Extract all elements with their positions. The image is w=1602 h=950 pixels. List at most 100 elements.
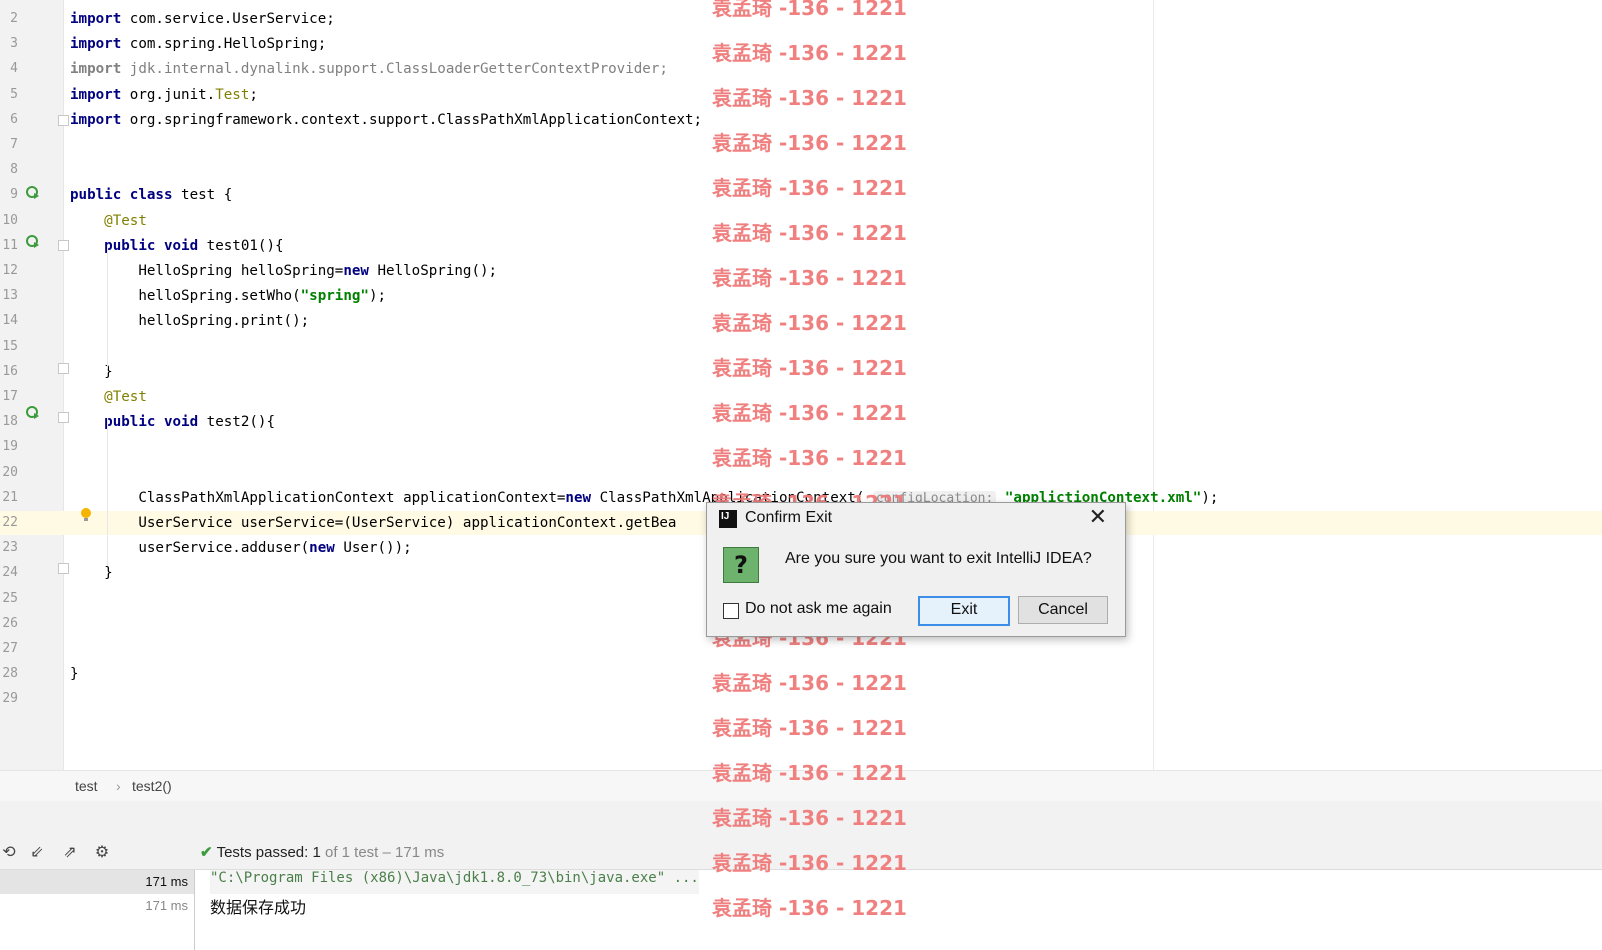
question-icon: ?: [723, 547, 759, 583]
line-number: 7: [10, 137, 18, 152]
code-line[interactable]: 28}: [0, 662, 1602, 686]
tree-row[interactable]: 171 ms: [0, 894, 194, 918]
fold-marker-icon[interactable]: [58, 563, 69, 574]
do-not-ask-label[interactable]: Do not ask me again: [745, 600, 892, 618]
code-text: import jdk.internal.dynalink.support.Cla…: [70, 61, 668, 78]
line-number: 8: [10, 162, 18, 178]
line-number: 13: [2, 288, 18, 304]
code-line[interactable]: 2 import com.service.UserService;: [0, 7, 1602, 31]
code-line[interactable]: 15: [0, 335, 1602, 359]
do-not-ask-checkbox[interactable]: [723, 603, 739, 619]
line-number: 25: [2, 590, 18, 606]
line-number: 6: [10, 111, 18, 127]
cancel-button[interactable]: Cancel: [1018, 596, 1108, 624]
dialog-title: Confirm Exit: [745, 509, 833, 526]
code-text: helloSpring.print();: [70, 313, 310, 330]
panel-divider: [0, 801, 1602, 835]
test-tree: 171 ms 171 ms: [0, 870, 195, 950]
console-output[interactable]: "C:\Program Files (x86)\Java\jdk1.8.0_73…: [210, 870, 1590, 950]
code-text: @Test: [104, 389, 147, 405]
confirm-exit-dialog: Confirm Exit ✕ ? Are you sure you want t…: [706, 502, 1126, 637]
line-number: 22: [2, 515, 18, 530]
code-text: import com.spring.HelloSpring;: [70, 36, 327, 53]
history-icon[interactable]: ⟲: [0, 843, 18, 861]
fold-marker-icon[interactable]: [58, 240, 69, 251]
line-number: 11: [2, 237, 18, 253]
code-text: public class test {: [70, 187, 233, 204]
code-line[interactable]: 7: [0, 133, 1602, 157]
code-line[interactable]: 3 import com.spring.HelloSpring;: [0, 32, 1602, 56]
run-class-icon[interactable]: [26, 186, 40, 200]
test-status: ✔ Tests passed: 1 of 1 test – 171 ms: [200, 844, 445, 861]
line-number: 5: [10, 86, 18, 102]
dialog-message: Are you sure you want to exit IntelliJ I…: [785, 550, 1092, 567]
line-number: 21: [2, 489, 18, 505]
code-text: import org.springframework.context.suppo…: [70, 111, 703, 128]
line-number: 19: [2, 439, 18, 455]
line-number: 18: [2, 414, 18, 430]
breadcrumb-class[interactable]: test: [75, 778, 98, 794]
code-line[interactable]: 11 public void test01(){: [0, 234, 1602, 258]
code-line[interactable]: 10 @Test: [0, 209, 1602, 233]
console-output-line: 数据保存成功: [210, 898, 307, 917]
code-text: public void test01(){: [104, 237, 284, 254]
code-line[interactable]: 16 }: [0, 360, 1602, 384]
fold-marker-icon[interactable]: [58, 115, 69, 126]
code-line[interactable]: 18 public void test2(){: [0, 410, 1602, 434]
line-number: 20: [2, 464, 18, 480]
code-line[interactable]: 19: [0, 435, 1602, 459]
code-line[interactable]: 14 helloSpring.print();: [0, 309, 1602, 333]
line-number: 3: [10, 36, 18, 52]
code-line[interactable]: 17 @Test: [0, 385, 1602, 409]
code-line[interactable]: 5 import org.junit.Test;: [0, 83, 1602, 107]
run-toolbar: ⟲ ⇙ ⇗ ⚙ ✔ Tests passed: 1 of 1 test – 171…: [0, 835, 1602, 870]
line-number: 24: [2, 565, 18, 581]
lightbulb-icon[interactable]: [80, 508, 92, 522]
run-test-icon[interactable]: [26, 235, 40, 249]
code-line[interactable]: 20: [0, 461, 1602, 485]
console-command-line: "C:\Program Files (x86)\Java\jdk1.8.0_73…: [210, 870, 699, 894]
code-line[interactable]: 12 HelloSpring helloSpring=new HelloSpri…: [0, 259, 1602, 283]
code-text: HelloSpring helloSpring=new HelloSpring(…: [70, 263, 498, 279]
breadcrumb: test › test2(): [0, 770, 1602, 802]
exit-button[interactable]: Exit: [918, 596, 1010, 626]
run-test-icon[interactable]: [26, 406, 40, 420]
tree-row[interactable]: 171 ms: [0, 870, 194, 894]
code-line[interactable]: 9 public class test {: [0, 183, 1602, 207]
code-text: userService.adduser(new User());: [70, 540, 412, 557]
code-line[interactable]: 29: [0, 687, 1602, 711]
line-number: 29: [2, 691, 18, 707]
line-number: 4: [10, 61, 18, 77]
line-number: 23: [2, 540, 18, 556]
code-line[interactable]: 27: [0, 637, 1602, 661]
line-number: 10: [2, 212, 18, 228]
code-line[interactable]: 13 helloSpring.setWho("spring");: [0, 284, 1602, 308]
code-text: import com.service.UserService;: [70, 11, 335, 27]
breadcrumb-separator: ›: [116, 778, 121, 794]
code-text: helloSpring.setWho("spring");: [70, 288, 387, 305]
line-number: 9: [10, 187, 18, 203]
indent-guide: [107, 418, 108, 566]
code-line[interactable]: 4 import jdk.internal.dynalink.support.Cl…: [0, 57, 1602, 81]
code-editor[interactable]: 2 import com.service.UserService; 3 import …: [0, 0, 1602, 770]
code-line[interactable]: 8: [0, 158, 1602, 182]
line-number: 12: [2, 263, 18, 278]
code-line[interactable]: 6 import org.springframework.context.supp…: [0, 108, 1602, 132]
breadcrumb-method[interactable]: test2(): [132, 778, 172, 794]
export-icon[interactable]: ⇗: [61, 843, 79, 861]
close-icon[interactable]: ✕: [1089, 505, 1107, 530]
line-number: 14: [2, 313, 18, 329]
fold-marker-icon[interactable]: [58, 412, 69, 423]
indent-guide: [107, 245, 108, 369]
gear-icon[interactable]: ⚙: [93, 843, 111, 861]
code-text: @Test: [104, 212, 147, 229]
line-number: 27: [2, 641, 18, 656]
fold-marker-icon[interactable]: [58, 363, 69, 374]
line-number: 16: [2, 363, 18, 379]
line-number: 17: [2, 389, 18, 404]
line-number: 15: [2, 338, 18, 354]
collapse-icon[interactable]: ⇙: [28, 843, 46, 861]
line-number: 2: [10, 11, 18, 26]
code-text: UserService userService=(UserService) ap…: [70, 515, 677, 531]
code-text: import org.junit.Test;: [70, 86, 258, 103]
